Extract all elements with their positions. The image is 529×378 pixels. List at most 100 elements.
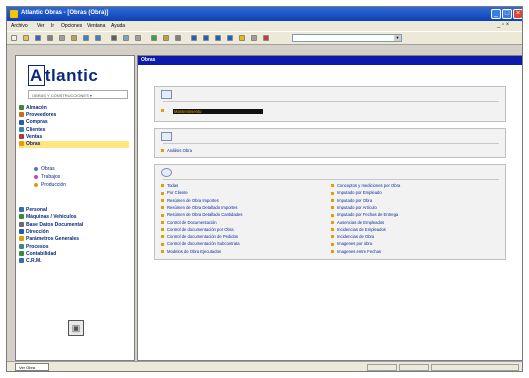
task-button[interactable]: Ver Obra [15, 363, 49, 371]
report-link[interactable]: Imagenes por obra [331, 241, 372, 246]
report-link[interactable]: Todas [161, 183, 178, 188]
sidebar-item-clientes[interactable]: Clientes [19, 127, 45, 134]
filter-icon[interactable] [163, 35, 169, 41]
refresh-icon[interactable] [151, 35, 157, 41]
bullet-icon [161, 228, 164, 232]
last-icon[interactable] [227, 35, 233, 41]
toolbar-combo[interactable]: ▼ [292, 34, 402, 42]
sidebar-item-par-metros-generales[interactable]: Parámetros Generales [19, 236, 79, 243]
sidebar-item-contabilidad[interactable]: Contabilidad [19, 251, 56, 258]
preview-icon[interactable] [123, 35, 129, 41]
report-link[interactable]: Control de documentación por Obra [161, 227, 234, 232]
sidebar-item-procesos[interactable]: Procesos [19, 244, 49, 251]
bullet-icon [161, 220, 164, 224]
analisis-obra-link[interactable]: Análisis Obra [161, 148, 192, 153]
report-link[interactable]: Imputado por Fechas de Entrega [331, 212, 398, 217]
bullet-icon [161, 250, 164, 254]
sidebar-subitem-obras[interactable]: Obras [34, 166, 55, 172]
exit-icon[interactable] [263, 35, 269, 41]
sidebar-item-label: Trabajos [41, 174, 61, 180]
report-link[interactable]: Ausencias de Empleados [331, 220, 384, 225]
bullet-icon [331, 184, 334, 188]
status-bar: Ver Obra [7, 361, 522, 371]
report-link[interactable]: Imputado por Empleado [331, 190, 382, 195]
sort-icon[interactable] [175, 35, 181, 41]
next-icon[interactable] [215, 35, 221, 41]
sidebar-item-obras[interactable]: Obras [19, 141, 129, 148]
undo-icon[interactable] [83, 35, 89, 41]
report-link[interactable]: Por Cliente [161, 190, 188, 195]
sidebar-item-label: C.R.M. [26, 258, 42, 265]
menu-ver[interactable]: Ver [37, 23, 45, 29]
company-select[interactable]: OBRAS Y CONSTRUCCIONES ▾ [28, 90, 128, 99]
bullet-icon [161, 235, 164, 239]
sidebar-item-c-r-m-[interactable]: C.R.M. [19, 258, 42, 265]
module-icon [19, 250, 24, 256]
module-icon [34, 182, 38, 187]
module-icon [34, 174, 38, 179]
child-window-controls[interactable]: _ ▫ × [497, 22, 509, 28]
paste-icon[interactable] [71, 35, 77, 41]
mantenimiento-field[interactable]: Mantenimiento [173, 109, 263, 114]
copy-icon[interactable] [59, 35, 65, 41]
menu-ventana[interactable]: Ventana [87, 23, 105, 29]
sidebar-item-compras[interactable]: Compras [19, 119, 48, 126]
sidebar-item-proveedores[interactable]: Proveedores [19, 112, 56, 119]
cut-icon[interactable] [47, 35, 53, 41]
first-icon[interactable] [191, 35, 197, 41]
menu-ir[interactable]: Ir [51, 23, 54, 29]
report-link[interactable]: Modelos de Obra Ejecutados [161, 249, 221, 254]
minimize-button[interactable]: _ [491, 9, 501, 19]
report-link[interactable]: Incidencias de Empleados [331, 227, 386, 232]
maximize-button[interactable]: □ [502, 9, 512, 19]
sidebar-item-almac-n[interactable]: Almacén [19, 105, 47, 112]
sidebar-item-m-quinas-veh-culos[interactable]: Máquinas / Vehículos [19, 214, 77, 221]
help-icon[interactable] [239, 35, 245, 41]
print-icon[interactable] [111, 35, 117, 41]
report-link[interactable]: Resúmen de Obra Detallado Cantidades [161, 212, 242, 217]
report-link[interactable]: Imputado por Obra [331, 198, 372, 203]
close-button[interactable]: × [513, 9, 522, 19]
panel-informes: Todas Por Cliente Resúmen de Obra Importes… [154, 164, 506, 260]
module-icon [19, 105, 24, 111]
module-icon [19, 119, 24, 125]
bullet-icon [161, 242, 164, 246]
report-link[interactable]: Imagenes entre Fechas [331, 249, 381, 254]
bullet-icon [161, 198, 164, 202]
module-icon [19, 214, 24, 220]
find-icon[interactable] [135, 35, 141, 41]
sidebar-item-ventas[interactable]: Ventas [19, 134, 42, 141]
zoom-icon[interactable] [251, 35, 257, 41]
sidebar-item-label: Clientes [26, 126, 46, 133]
sidebar-subitem-producci-n[interactable]: Producción [34, 182, 66, 188]
report-link[interactable]: Incidencias de Obra [331, 234, 374, 239]
sidebar-item-label: Máquinas / Vehículos [26, 214, 77, 221]
report-link[interactable]: Control de Documentación [161, 220, 217, 225]
open-icon[interactable] [23, 35, 29, 41]
save-icon[interactable] [35, 35, 41, 41]
report-link[interactable]: Resúmen de Obra Importes [161, 198, 219, 203]
menu-archivo[interactable]: Archivo [11, 23, 28, 29]
bullet-icon [331, 235, 334, 239]
module-icon [19, 236, 24, 242]
menu-opciones[interactable]: Opciones [61, 23, 82, 29]
bullet-icon [331, 250, 334, 254]
bullet-icon [161, 213, 164, 217]
report-link[interactable]: Control de documentación de Pedidos [161, 234, 238, 239]
sidebar-subitem-trabajos[interactable]: Trabajos [34, 174, 60, 180]
redo-icon[interactable] [95, 35, 101, 41]
title-bar: Atlantic Obras - [Obras (Obra)] _ □ × [7, 7, 522, 21]
report-link[interactable]: Resúmen de Obra Detallado Importes [161, 205, 238, 210]
sidebar-item-base-datos-documental[interactable]: Base Datos Documental [19, 222, 83, 229]
report-link[interactable]: Conceptos y mediciones por Obra [331, 183, 400, 188]
report-link[interactable]: Control de documentación Subcontrata [161, 241, 240, 246]
menu-ayuda[interactable]: Ayuda [111, 23, 125, 29]
chevron-down-icon[interactable]: ▼ [394, 35, 401, 41]
sidebar-item-label: Base Datos Documental [26, 221, 84, 228]
sidebar-item-direcci-n[interactable]: Dirección [19, 229, 49, 236]
prev-icon[interactable] [203, 35, 209, 41]
report-link[interactable]: Imputado por Artículo [331, 205, 377, 210]
new-doc-icon[interactable] [11, 35, 17, 41]
module-icon [19, 243, 24, 249]
sidebar-item-personal[interactable]: Personal [19, 207, 47, 214]
